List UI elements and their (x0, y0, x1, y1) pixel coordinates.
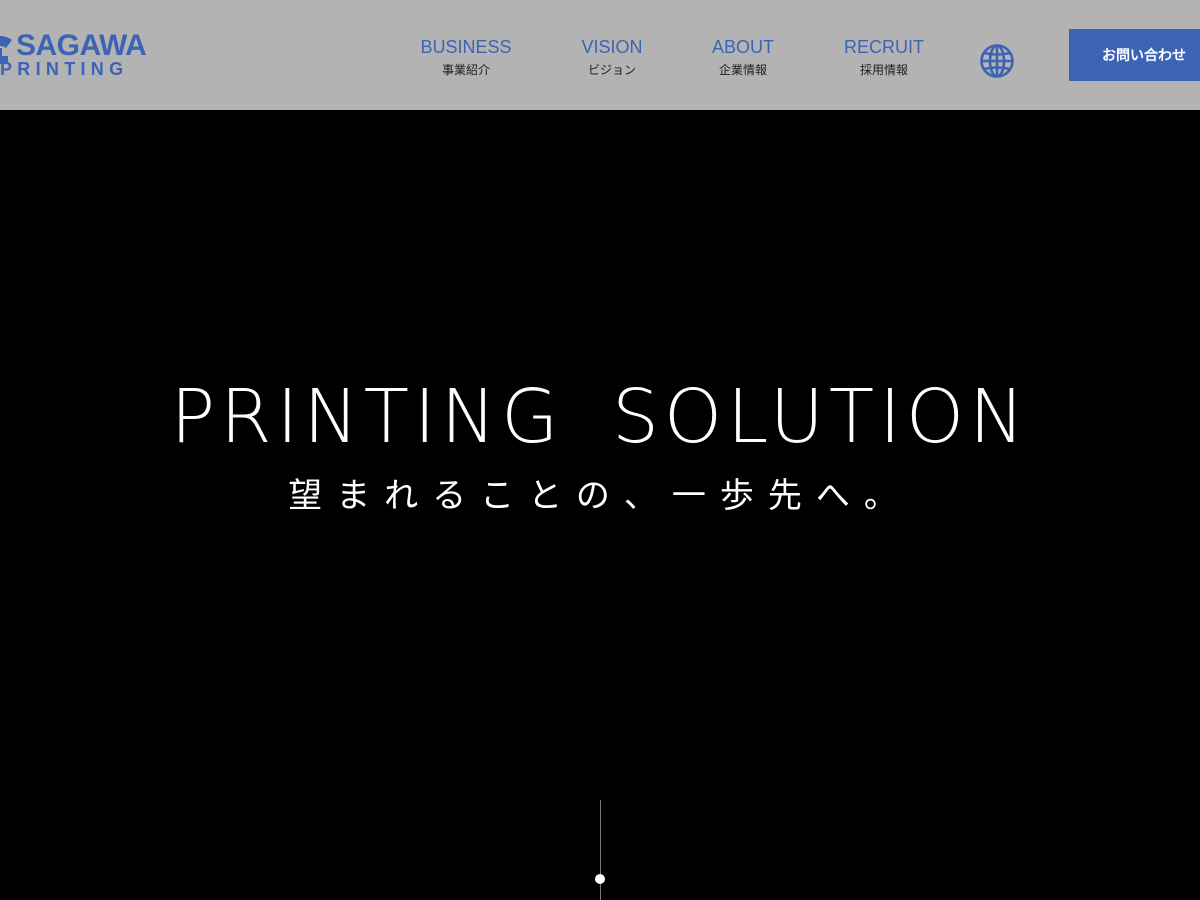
contact-button[interactable]: お問い合わせ (1069, 29, 1200, 81)
site-header: SAGAWA PRINTING BUSINESS 事業紹介 VISION ビジョ… (0, 0, 1200, 110)
nav-business-label: BUSINESS (420, 37, 512, 57)
nav-recruit-sublabel: 採用情報 (859, 63, 908, 77)
logo[interactable]: SAGAWA PRINTING (0, 30, 175, 82)
logo-text-printing: PRINTING (0, 59, 129, 79)
hero-subtitle: 望まれることの、一歩先へ。 (288, 476, 912, 516)
hero-section: PRINTING SOLUTION 望まれることの、一歩先へ。 (0, 110, 1200, 900)
nav-vision-label: VISION (581, 37, 643, 57)
globe-icon[interactable] (979, 43, 1015, 79)
nav-recruit[interactable]: RECRUIT 採用情報 (840, 36, 928, 77)
nav-vision[interactable]: VISION ビジョン (578, 36, 646, 77)
nav-about-label: ABOUT (711, 37, 774, 57)
logo-text-sagawa: SAGAWA (16, 29, 147, 62)
nav-about-sublabel: 企業情報 (718, 63, 767, 77)
nav-vision-sublabel: ビジョン (587, 63, 636, 77)
nav-about[interactable]: ABOUT 企業情報 (709, 36, 777, 77)
scroll-indicator-dot[interactable] (595, 874, 605, 884)
nav-business-sublabel: 事業紹介 (441, 63, 490, 77)
nav-recruit-label: RECRUIT (844, 37, 924, 57)
hero-title: PRINTING SOLUTION (170, 374, 1030, 460)
nav-business[interactable]: BUSINESS 事業紹介 (418, 36, 514, 77)
scroll-indicator-line (600, 800, 601, 900)
